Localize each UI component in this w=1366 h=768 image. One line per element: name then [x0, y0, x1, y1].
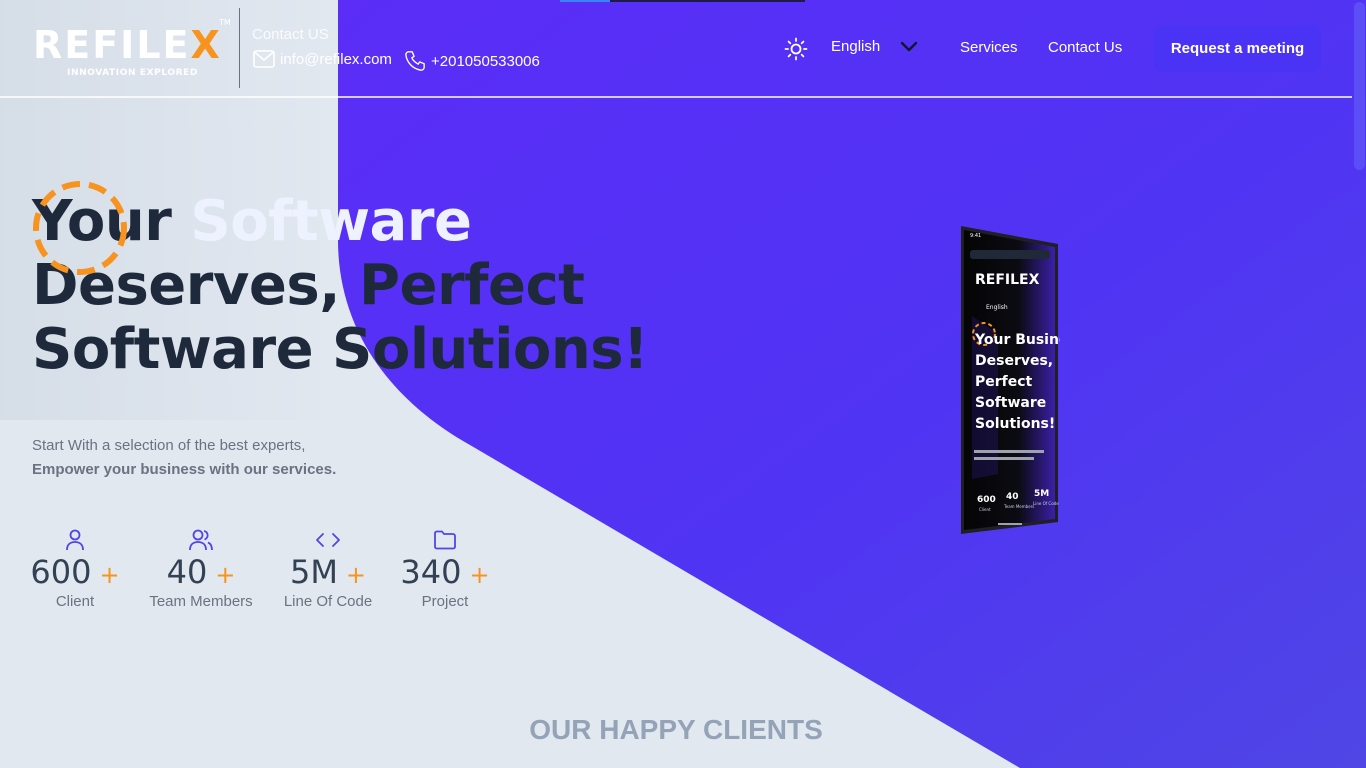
nav-contact-us[interactable]: Contact Us	[1048, 39, 1122, 56]
phone-icon	[405, 51, 425, 71]
stat-plus: +	[469, 561, 490, 589]
stat-value: 5M	[289, 553, 338, 591]
stat-label: Team Members	[149, 593, 253, 610]
mockup-logo: REFILEX	[975, 272, 1040, 288]
user-icon	[66, 529, 84, 551]
mockup-headline-2: Deserves,	[975, 353, 1053, 369]
stat-plus: +	[215, 561, 236, 589]
nav-services[interactable]: Services	[960, 39, 1018, 56]
refilex-logo[interactable]: REFILEX TM INNOVATION EXPLORED	[33, 18, 231, 84]
stat-team-members: 40 + Team Members	[148, 528, 254, 610]
header-divider	[239, 8, 240, 88]
hero-title-line3: Software Solutions!	[32, 317, 649, 382]
hero-background	[0, 0, 1366, 768]
mockup-stat-label: Team Members	[1003, 504, 1034, 509]
clients-section-title: OUR HAPPY CLIENTS	[529, 714, 823, 745]
logo-trademark: TM	[219, 18, 231, 27]
stat-value: 600	[30, 553, 92, 591]
stat-label: Project	[421, 593, 469, 610]
hero-title: Your Software Deserves, Perfect Software…	[32, 189, 649, 382]
hero-subtitle: Start With a selection of the best exper…	[32, 434, 336, 482]
stat-plus: +	[345, 561, 367, 589]
chevron-down-icon	[901, 41, 918, 51]
stat-label: Client	[55, 593, 95, 610]
mockup-stat-label: Line Of Code	[1033, 501, 1059, 506]
site-header: REFILEX TM INNOVATION EXPLORED Contact U…	[0, 0, 1352, 97]
stat-value: 340	[400, 553, 462, 591]
request-meeting-button[interactable]: Request a meeting	[1154, 25, 1321, 72]
mockup-stat-value: 40	[1006, 492, 1019, 502]
mockup-stat-value: 5M	[1034, 489, 1049, 499]
mockup-stat-label: Client	[979, 507, 991, 512]
code-icon	[316, 533, 340, 547]
hero-title-word-your: Your	[32, 189, 172, 254]
folder-icon	[434, 530, 456, 550]
stat-lines-of-code: 5M + Line Of Code	[284, 528, 372, 610]
stat-value: 40	[166, 553, 208, 591]
mockup-headline-5: Solutions!	[975, 416, 1055, 432]
svg-text:9:41: 9:41	[970, 233, 981, 239]
mockup-headline-4: Software	[975, 395, 1046, 411]
email-link[interactable]: info@refilex.com	[253, 50, 392, 68]
users-icon	[189, 529, 213, 551]
mockup-language: English	[986, 304, 1008, 311]
header-bottom-border	[0, 96, 1352, 98]
hero-title-line2: Deserves, Perfect	[32, 253, 585, 318]
mail-icon	[253, 50, 275, 68]
hero-title-word-software: Software	[190, 189, 472, 254]
contact-title: Contact US	[252, 26, 329, 43]
mockup-headline-1: Your Business	[974, 332, 1060, 348]
theme-toggle[interactable]	[784, 37, 808, 61]
mockup-stat-value: 600	[977, 495, 996, 505]
logo-wordmark: REFILEX	[33, 23, 222, 67]
phone-text: +201050533006	[431, 52, 540, 70]
language-select[interactable]: English	[831, 38, 918, 55]
language-label: English	[831, 38, 881, 55]
stat-label: Line Of Code	[283, 593, 373, 610]
stat-projects: 340 + Project	[400, 528, 490, 610]
phone-mockup-image: 9:41 REFILEX English Your Business Deser…	[961, 226, 1060, 534]
scrollbar-thumb[interactable]	[1354, 2, 1365, 170]
page-load-progress	[560, 0, 805, 2]
logo-tagline: INNOVATION EXPLORED	[67, 68, 198, 78]
phone-link[interactable]: +201050533006	[404, 50, 540, 72]
stat-clients: 600 + Client	[30, 528, 120, 610]
hero-subtitle-strong: Empower your business with our services.	[32, 461, 337, 478]
hero-subtitle-line1: Start With a selection of the best exper…	[32, 437, 306, 454]
mockup-headline-3: Perfect	[975, 374, 1033, 390]
email-text: info@refilex.com	[280, 50, 392, 68]
stat-plus: +	[99, 561, 120, 589]
sun-icon	[784, 37, 808, 61]
hero-section: Your Software Deserves, Perfect Software…	[32, 181, 649, 382]
